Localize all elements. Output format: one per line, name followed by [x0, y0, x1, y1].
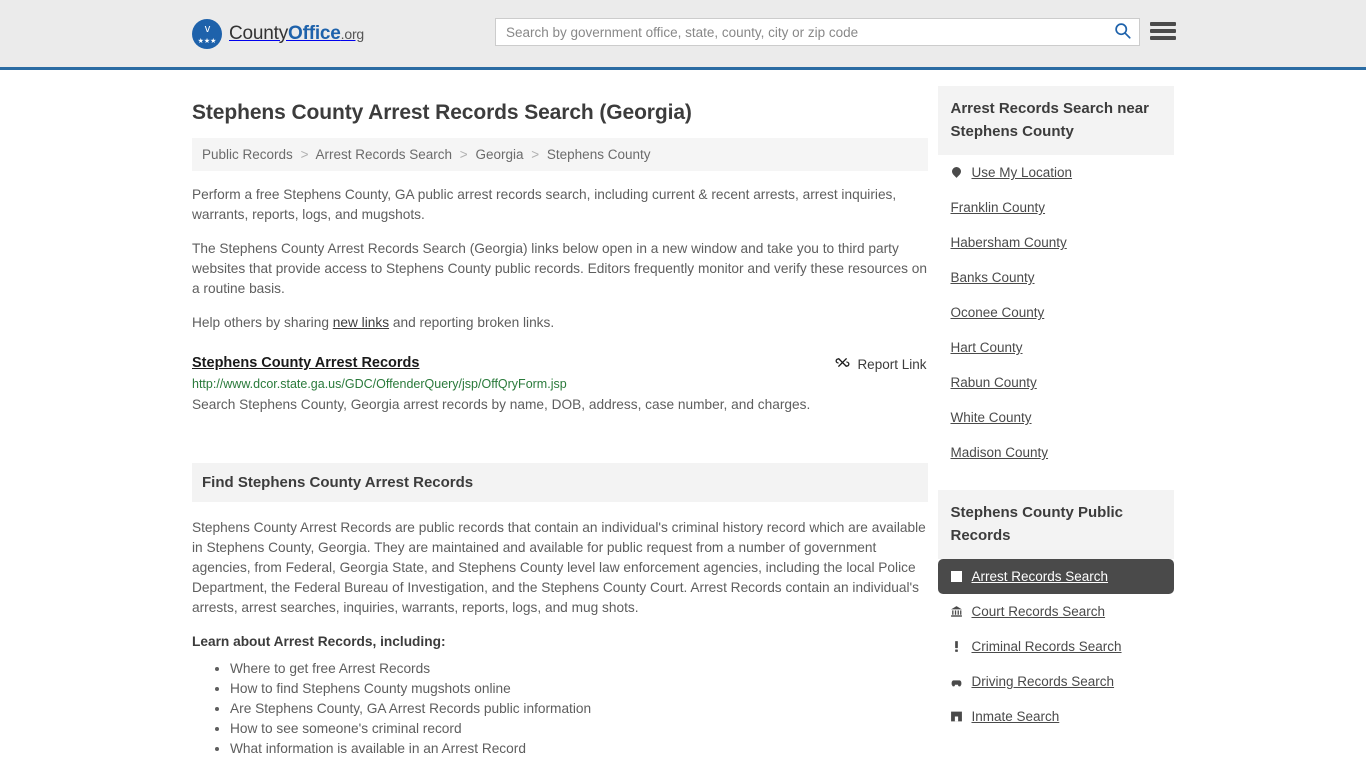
fingerprint-card-icon: [950, 571, 963, 582]
find-section-heading: Find Stephens County Arrest Records: [192, 463, 929, 502]
intro-paragraph-1: Perform a free Stephens County, GA publi…: [192, 187, 897, 222]
sidebar-item-label[interactable]: Rabun County: [950, 375, 1036, 390]
sidebar-item-madison-county[interactable]: Madison County: [938, 435, 1174, 470]
help-share-paragraph: Help others by sharing new links and rep…: [192, 313, 928, 333]
sidebar-item-inmate-search[interactable]: Inmate Search: [938, 699, 1174, 734]
site-logo[interactable]: ᴠ ★★★ CountyOffice.org: [192, 18, 364, 49]
sidebar-item-label[interactable]: White County: [950, 410, 1031, 425]
logo-wordmark: CountyOffice.org: [229, 23, 364, 45]
sidebar-item-label[interactable]: Arrest Records Search: [971, 569, 1108, 584]
result-item: Stephens County Arrest Records Report Li…: [192, 355, 928, 417]
sidebar-item-label[interactable]: Franklin County: [950, 200, 1045, 215]
search-bar: [495, 18, 1140, 46]
sidebar-item-criminal-records-search[interactable]: Criminal Records Search: [938, 629, 1174, 664]
sidebar: Arrest Records Search near Stephens Coun…: [938, 70, 1174, 759]
public-records-list: Arrest Records Search Court Records Sear…: [938, 559, 1174, 734]
learn-about-title: Learn about Arrest Records, including:: [192, 634, 446, 649]
map-pin-icon: [950, 165, 964, 178]
sidebar-item-label[interactable]: Criminal Records Search: [971, 639, 1121, 654]
page-title: Stephens County Arrest Records Search (G…: [192, 101, 692, 124]
sidebar-item-label[interactable]: Hart County: [950, 340, 1022, 355]
new-links-link[interactable]: new links: [333, 315, 389, 330]
list-item: Where to get free Arrest Records: [230, 659, 928, 679]
countyoffice-emblem-icon: ᴠ ★★★: [192, 18, 222, 49]
result-url: http://www.dcor.state.ga.us/GDC/Offender…: [192, 377, 567, 391]
eagle-glyph: ᴠ: [204, 22, 210, 35]
help-share-after: and reporting broken links.: [389, 315, 555, 330]
list-item: Are Stephens County, GA Arrest Records p…: [230, 699, 928, 719]
result-description: Search Stephens County, Georgia arrest r…: [192, 397, 811, 412]
nearby-panel-heading: Arrest Records Search near Stephens Coun…: [938, 86, 1174, 155]
sidebar-item-label[interactable]: Oconee County: [950, 305, 1044, 320]
sidebar-item-driving-records-search[interactable]: Driving Records Search: [938, 664, 1174, 699]
learn-about-list: Where to get free Arrest Records How to …: [192, 659, 928, 759]
logo-county-text: County: [229, 22, 289, 44]
list-item: How to find Stephens County mugshots onl…: [230, 679, 928, 699]
sidebar-item-white-county[interactable]: White County: [938, 400, 1174, 435]
breadcrumb-item-georgia[interactable]: Georgia: [475, 147, 523, 162]
breadcrumb-item-public-records[interactable]: Public Records: [202, 147, 293, 162]
page-body: Stephens County Arrest Records Search (G…: [0, 70, 1366, 759]
logo-office-text: Office: [288, 22, 341, 44]
breadcrumb-item-arrest-records-search[interactable]: Arrest Records Search: [315, 147, 452, 162]
public-records-panel-heading: Stephens County Public Records: [938, 490, 1174, 559]
sidebar-item-franklin-county[interactable]: Franklin County: [938, 190, 1174, 225]
list-item: How to see someone's criminal record: [230, 719, 928, 739]
sidebar-item-rabun-county[interactable]: Rabun County: [938, 365, 1174, 400]
sidebar-item-label[interactable]: Driving Records Search: [971, 674, 1114, 689]
sidebar-item-arrest-records-search[interactable]: Arrest Records Search: [938, 559, 1174, 594]
breadcrumb-separator: >: [300, 147, 309, 162]
sidebar-item-label[interactable]: Inmate Search: [971, 709, 1059, 724]
nearby-counties-list: Use My Location Franklin County Habersha…: [938, 155, 1174, 470]
result-header-row: Stephens County Arrest Records Report Li…: [192, 355, 928, 373]
sidebar-item-banks-county[interactable]: Banks County: [938, 260, 1174, 295]
sidebar-item-label[interactable]: Habersham County: [950, 235, 1066, 250]
search-icon: [1114, 22, 1131, 42]
stars-glyph: ★★★: [197, 37, 217, 45]
hamburger-menu-icon[interactable]: [1150, 20, 1176, 42]
breadcrumb-separator: >: [531, 147, 540, 162]
report-link-label: Report Link: [857, 356, 927, 372]
list-item: What information is available in an Arre…: [230, 739, 928, 759]
sidebar-item-hart-county[interactable]: Hart County: [938, 330, 1174, 365]
site-header: ᴠ ★★★ CountyOffice.org: [0, 0, 1366, 70]
report-link-button[interactable]: Report Link: [835, 355, 928, 373]
help-share-before: Help others by sharing: [192, 315, 333, 330]
courthouse-icon: [950, 605, 963, 618]
intro-paragraph-2: The Stephens County Arrest Records Searc…: [192, 241, 927, 296]
broken-link-icon: [835, 355, 850, 373]
find-section-body: Stephens County Arrest Records are publi…: [192, 520, 926, 615]
car-icon: [950, 675, 963, 689]
panel-spacer: [938, 470, 1174, 490]
sidebar-item-court-records-search[interactable]: Court Records Search: [938, 594, 1174, 629]
breadcrumb-separator: >: [459, 147, 468, 162]
exclamation-icon: [950, 640, 963, 653]
result-title-link[interactable]: Stephens County Arrest Records: [192, 355, 419, 371]
sidebar-item-label[interactable]: Court Records Search: [971, 604, 1105, 619]
search-button[interactable]: [1105, 19, 1139, 45]
sidebar-item-label[interactable]: Banks County: [950, 270, 1034, 285]
search-input[interactable]: [496, 19, 1105, 45]
breadcrumb-item-stephens-county[interactable]: Stephens County: [547, 147, 651, 162]
logo-org-text: .org: [340, 25, 365, 42]
sidebar-item-use-my-location[interactable]: Use My Location: [938, 155, 1174, 190]
sidebar-item-label[interactable]: Use My Location: [971, 165, 1072, 180]
sidebar-item-oconee-county[interactable]: Oconee County: [938, 295, 1174, 330]
main-content: Stephens County Arrest Records Search (G…: [192, 70, 929, 759]
jail-icon: [950, 710, 963, 723]
breadcrumb: Public Records > Arrest Records Search >…: [192, 138, 929, 171]
sidebar-item-label[interactable]: Madison County: [950, 445, 1048, 460]
sidebar-item-habersham-county[interactable]: Habersham County: [938, 225, 1174, 260]
